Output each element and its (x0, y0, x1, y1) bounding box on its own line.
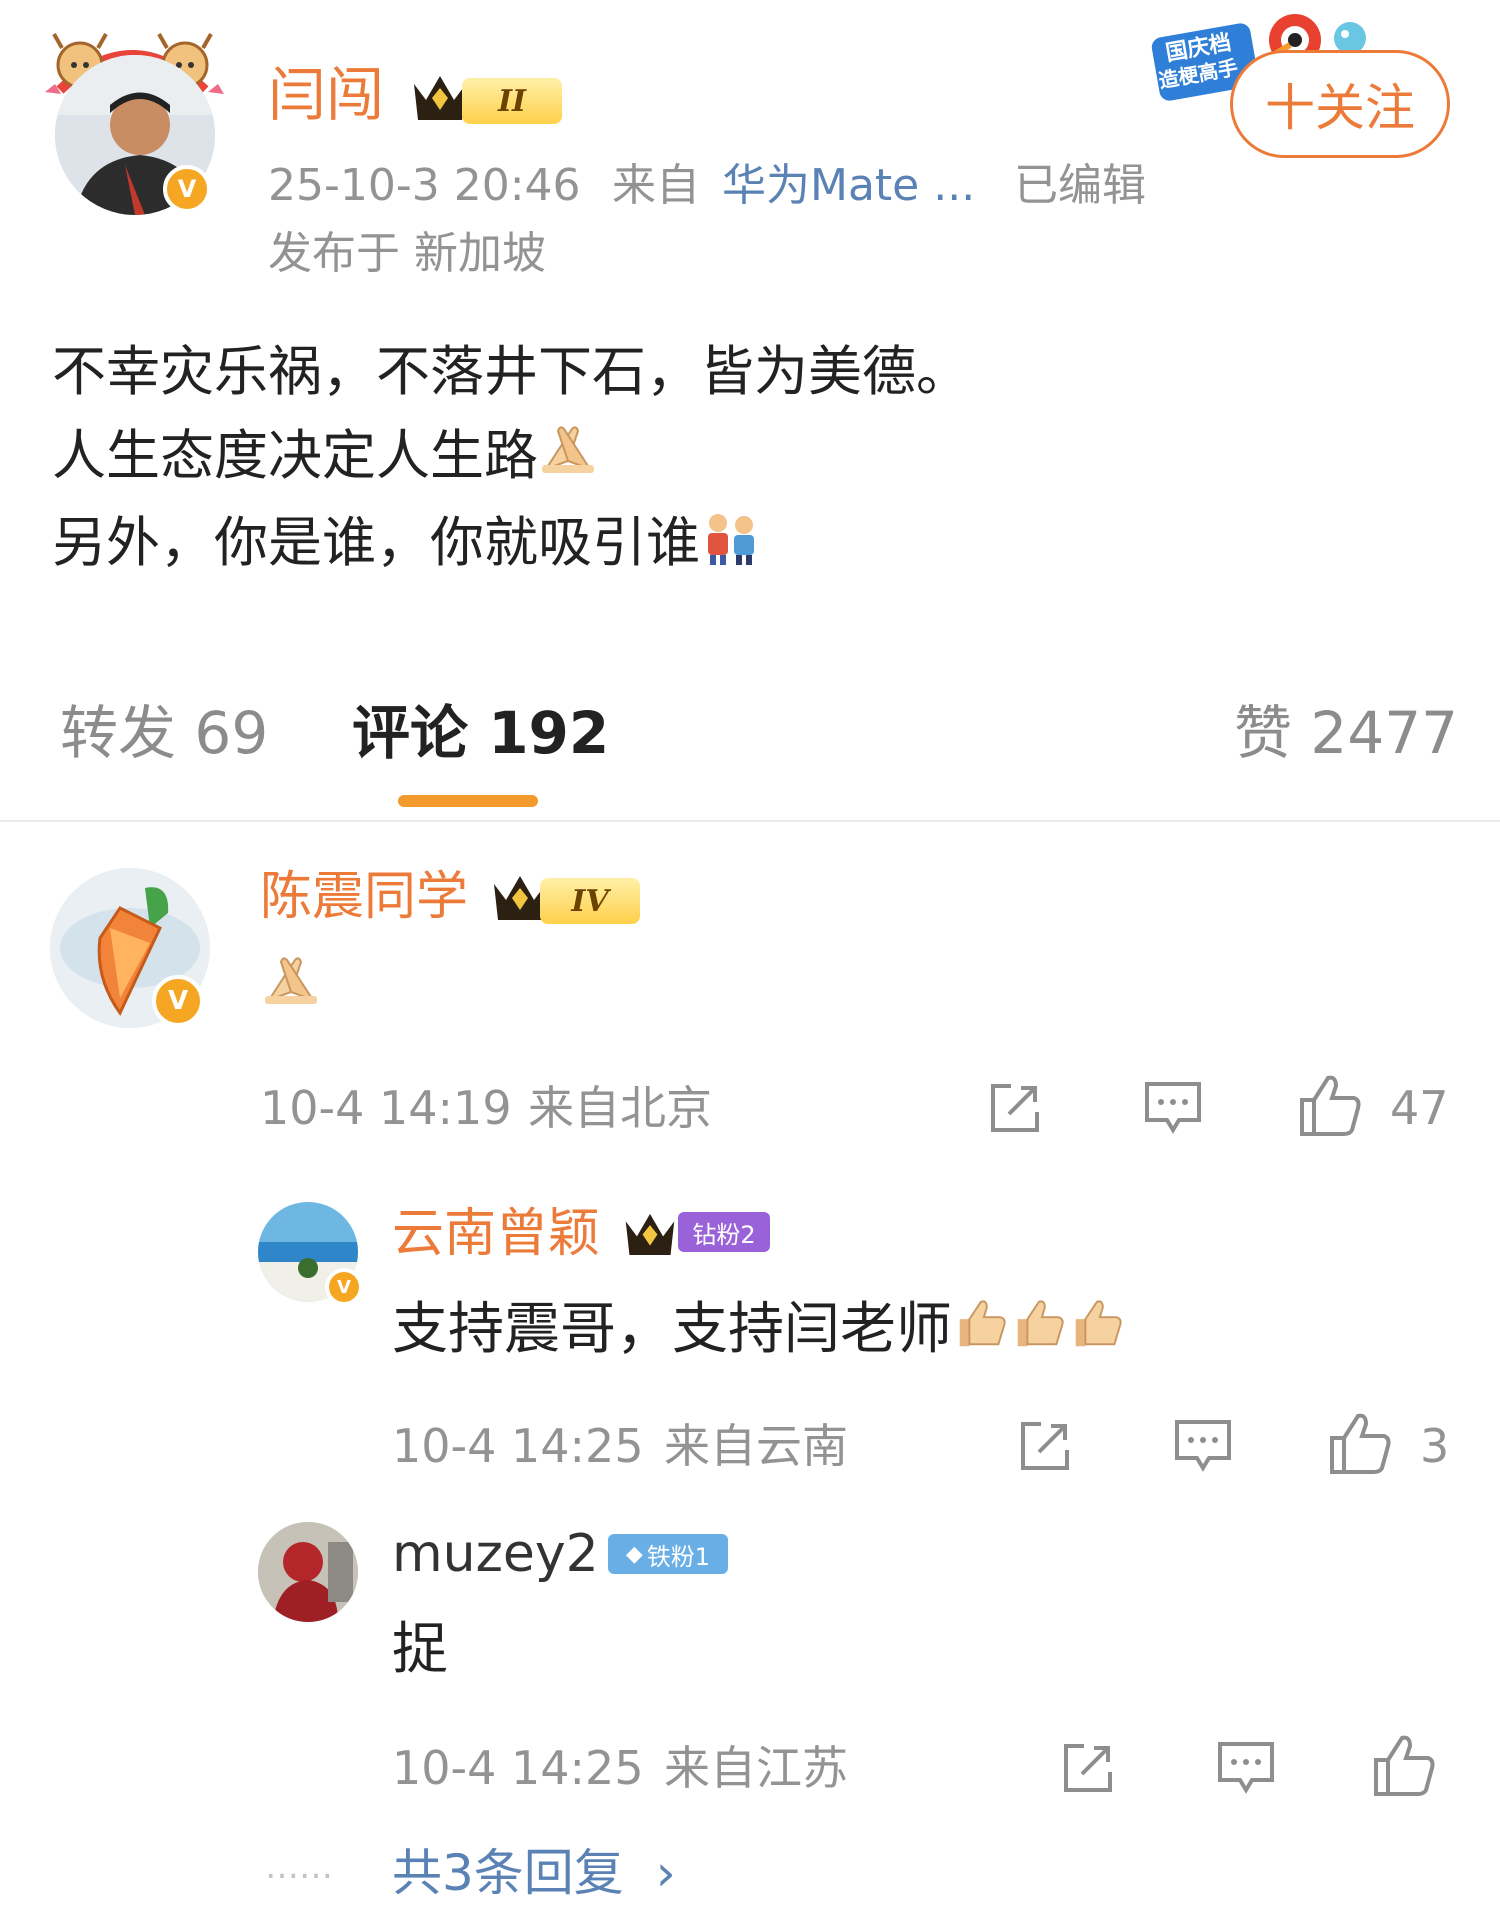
comment-icon[interactable] (1143, 1080, 1203, 1138)
post-line-1: 不幸灾乐祸，不落井下石，皆为美德。 (52, 340, 970, 403)
reply-item: V 云南曾颖 钻粉2 支持震哥，支持闫老师 10-4 14:25 来自云南 3 (0, 1190, 1500, 1490)
fan-badge: ◆ 铁粉1 (608, 1534, 728, 1574)
tabs-divider (0, 820, 1500, 822)
like-icon[interactable] (1372, 1732, 1438, 1798)
more-replies-dots: …… (265, 1847, 333, 1887)
post-location: 发布于 新加坡 (268, 228, 546, 279)
verified-icon: V (325, 1268, 363, 1306)
post-edited: 已编辑 (1014, 160, 1146, 211)
people-icon (700, 505, 762, 589)
reply-text-line: 支持震哥，支持闫老师 (392, 1290, 1126, 1373)
more-replies-link[interactable]: 共3条回复 › (392, 1842, 676, 1904)
comment-item: V 陈震同学 IV 10-4 14:19 来自北京 47 (0, 840, 1500, 1160)
reply-name[interactable]: muzey2 (392, 1522, 599, 1586)
post-line-2: 人生态度决定人生路 (52, 414, 1452, 501)
follow-button-label: 十关注 (1265, 79, 1415, 137)
post-time: 25-10-3 20:46 (268, 160, 581, 211)
pray-hands-icon (538, 417, 598, 501)
reply-location: 来自云南 (664, 1419, 848, 1473)
thumbs-up-icon (1010, 1293, 1068, 1373)
author-name[interactable]: 闫闯 (268, 60, 384, 130)
reply-text: 捉 (392, 1617, 448, 1682)
crown-icon (410, 70, 470, 125)
post-device[interactable]: 华为Mate ... (722, 160, 975, 212)
reply-time: 10-4 14:25 (392, 1419, 644, 1473)
repost-icon[interactable] (1015, 1418, 1073, 1476)
chevron-right-icon: › (655, 1844, 676, 1902)
like-icon[interactable] (1328, 1410, 1394, 1476)
like-icon[interactable] (1298, 1072, 1364, 1138)
post-header: V 闫闯 II 25-10-3 20:46 来自 华为Mate ... 已编辑 … (0, 0, 1500, 300)
post-line-3: 另外，你是谁，你就吸引谁 (52, 501, 1452, 588)
comment-icon[interactable] (1173, 1418, 1233, 1476)
crown-level-badge: IV (540, 878, 640, 924)
fan-badge: 钻粉2 (678, 1212, 770, 1252)
crown-level-badge: II (462, 78, 562, 124)
comment-time: 10-4 14:19 (260, 1081, 512, 1135)
verified-icon: V (152, 975, 204, 1027)
reply-name[interactable]: 云南曾颖 (392, 1202, 600, 1266)
thumbs-up-icon (952, 1293, 1010, 1373)
post-from-label: 来自 (612, 160, 700, 211)
diamond-icon: ◆ (625, 1541, 643, 1567)
comment-like-count: 47 (1390, 1081, 1449, 1135)
tab-active-underline (398, 795, 538, 807)
post-body: 不幸灾乐祸，不落井下石，皆为美德。 人生态度决定人生路 另外，你是谁，你就吸引谁 (52, 330, 1452, 589)
reply-time: 10-4 14:25 (392, 1741, 644, 1795)
reply-avatar[interactable] (258, 1522, 358, 1622)
comment-icon[interactable] (1216, 1740, 1276, 1798)
crown-icon (622, 1208, 678, 1260)
follow-button[interactable]: 十关注 (1230, 50, 1450, 158)
repost-icon[interactable] (1058, 1740, 1116, 1798)
reply-location: 来自江苏 (664, 1741, 848, 1795)
thumbs-up-icon (1068, 1293, 1126, 1373)
repost-icon[interactable] (985, 1080, 1043, 1138)
comment-emoji (260, 952, 322, 1012)
reply-like-count: 3 (1420, 1419, 1450, 1473)
tab-comments[interactable]: 评论 192 (352, 698, 609, 768)
commenter-name[interactable]: 陈震同学 (260, 865, 468, 929)
pray-hands-icon (260, 952, 322, 1012)
tab-repost[interactable]: 转发 69 (60, 698, 268, 768)
reply-item: muzey2 ◆ 铁粉1 捉 10-4 14:25 来自江苏 (0, 1510, 1500, 1796)
tab-likes[interactable]: 赞 2477 (1234, 698, 1458, 768)
verified-icon: V (163, 165, 211, 213)
comment-location: 来自北京 (528, 1081, 712, 1135)
